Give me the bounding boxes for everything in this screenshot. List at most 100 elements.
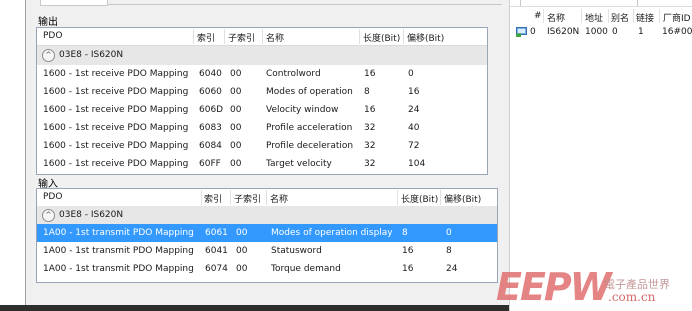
cell-length: 16 — [364, 69, 376, 79]
column-separator[interactable] — [201, 190, 202, 205]
col-header-length[interactable]: 长度(Bit) — [401, 192, 438, 205]
col-header-pdo[interactable]: PDO — [43, 192, 62, 202]
input-pdo-grid[interactable]: PDO 索引 子索引 名称 长度(Bit) 偏移(Bit) ^ 03E8 - I… — [36, 188, 498, 283]
column-separator[interactable] — [633, 9, 634, 23]
col-header-address[interactable]: 地址 — [585, 11, 603, 24]
collapse-group-icon[interactable]: ^ — [42, 209, 55, 222]
input-grid-header: PDO 索引 子索引 名称 长度(Bit) 偏移(Bit) — [37, 189, 497, 207]
column-separator[interactable] — [262, 29, 263, 44]
cell-length: 16 — [402, 246, 414, 256]
eepw-logo: EEPW — [496, 265, 612, 309]
column-separator[interactable] — [266, 190, 267, 205]
col-header-subindex[interactable]: 子索引 — [228, 31, 255, 44]
column-separator[interactable] — [440, 190, 441, 205]
cell-subindex: 00 — [230, 159, 242, 169]
table-row[interactable]: 1600 - 1st receive PDO Mapping 60FF 00 T… — [37, 155, 487, 173]
column-separator[interactable] — [224, 29, 225, 44]
cell-offset: 104 — [408, 159, 426, 169]
cell-length: 32 — [364, 123, 376, 133]
column-separator[interactable] — [359, 29, 360, 44]
cell-index: 606D — [199, 105, 224, 115]
cell-name: Modes of operation display — [271, 228, 393, 238]
cell-subindex: 00 — [236, 228, 248, 238]
cell-length: 8 — [402, 228, 408, 238]
col-header-vendor-id[interactable]: 厂商ID — [663, 11, 691, 24]
cell-name: Statusword — [271, 246, 322, 256]
cell-pdo: 1A00 - 1st transmit PDO Mapping — [43, 264, 194, 274]
cell-pdo: 1600 - 1st receive PDO Mapping — [43, 87, 189, 97]
col-header-name[interactable]: 名称 — [270, 192, 288, 205]
device-row-alias[interactable]: 0 — [612, 27, 618, 37]
col-header-name[interactable]: 名称 — [266, 31, 284, 44]
device-panel-topline — [510, 6, 692, 7]
col-header-offset[interactable]: 偏移(Bit) — [407, 31, 444, 44]
table-row[interactable]: 1A00 - 1st transmit PDO Mapping 6041 00 … — [37, 242, 497, 260]
cell-subindex: 00 — [230, 141, 242, 151]
column-separator[interactable] — [581, 9, 582, 23]
device-row-link[interactable]: 1 — [638, 27, 644, 37]
cell-subindex: 00 — [230, 105, 242, 115]
cell-index: 6041 — [205, 246, 228, 256]
device-row-number[interactable]: 0 — [530, 27, 536, 37]
cell-name: Target velocity — [266, 159, 332, 169]
col-header-subindex[interactable]: 子索引 — [234, 192, 261, 205]
col-header-index[interactable]: 索引 — [197, 31, 215, 44]
col-header-link[interactable]: 链接 — [636, 11, 654, 24]
input-device-group[interactable]: ^ 03E8 - IS620N — [37, 206, 497, 225]
col-header-length[interactable]: 长度(Bit) — [363, 31, 400, 44]
cell-name: Profile acceleration — [266, 123, 353, 133]
cell-pdo: 1600 - 1st receive PDO Mapping — [43, 105, 189, 115]
cell-index: 6084 — [199, 141, 222, 151]
column-separator[interactable] — [403, 29, 404, 44]
cell-index: 6083 — [199, 123, 222, 133]
collapse-group-icon[interactable]: ^ — [42, 49, 55, 62]
cell-offset: 0 — [446, 228, 452, 238]
device-row-vendor-id[interactable]: 16#00 — [662, 27, 692, 37]
bottom-border — [0, 305, 509, 311]
watermark-url: .com.cn — [608, 290, 656, 304]
column-separator[interactable] — [543, 9, 544, 23]
column-separator[interactable] — [608, 9, 609, 23]
tab-strip-line — [40, 4, 502, 5]
table-row-selected[interactable]: 1A00 - 1st transmit PDO Mapping 6061 00 … — [37, 224, 497, 242]
column-separator[interactable] — [397, 190, 398, 205]
output-device-group[interactable]: ^ 03E8 - IS620N — [37, 46, 487, 65]
table-row[interactable]: 1600 - 1st receive PDO Mapping 6040 00 C… — [37, 65, 487, 83]
table-row[interactable]: 1A00 - 1st transmit PDO Mapping 6074 00 … — [37, 260, 497, 278]
table-row[interactable]: 1600 - 1st receive PDO Mapping 6083 00 P… — [37, 119, 487, 137]
cell-offset: 0 — [408, 69, 414, 79]
cell-subindex: 00 — [230, 123, 242, 133]
cell-pdo: 1600 - 1st receive PDO Mapping — [43, 123, 189, 133]
device-row-address[interactable]: 1000 — [585, 27, 608, 37]
cell-pdo: 1A00 - 1st transmit PDO Mapping — [43, 228, 194, 238]
cell-length: 16 — [364, 105, 376, 115]
cell-offset: 72 — [408, 141, 420, 151]
cell-length: 32 — [364, 159, 376, 169]
cell-name: Velocity window — [266, 105, 339, 115]
col-header-name[interactable]: 名称 — [547, 11, 565, 24]
column-separator[interactable] — [659, 9, 660, 23]
col-header-alias[interactable]: 别名 — [611, 11, 629, 24]
cell-index: 6040 — [199, 69, 222, 79]
network-device-icon — [516, 27, 527, 37]
column-separator[interactable] — [193, 29, 194, 44]
cell-name: Profile deceleration — [266, 141, 354, 151]
group-label: 03E8 - IS620N — [59, 50, 124, 60]
cell-length: 32 — [364, 141, 376, 151]
column-separator[interactable] — [230, 190, 231, 205]
table-row[interactable]: 1600 - 1st receive PDO Mapping 6060 00 M… — [37, 83, 487, 101]
output-pdo-grid[interactable]: PDO 索引 子索引 名称 长度(Bit) 偏移(Bit) ^ 03E8 - I… — [36, 27, 488, 175]
cell-name: Torque demand — [271, 264, 341, 274]
col-header-offset[interactable]: 偏移(Bit) — [444, 192, 481, 205]
col-header-number[interactable]: # — [534, 11, 542, 21]
table-row[interactable]: 1600 - 1st receive PDO Mapping 606D 00 V… — [37, 101, 487, 119]
table-row[interactable]: 1600 - 1st receive PDO Mapping 6084 00 P… — [37, 137, 487, 155]
col-header-index[interactable]: 索引 — [204, 192, 222, 205]
cell-index: 6060 — [199, 87, 222, 97]
device-row-name[interactable]: IS620N — [547, 27, 579, 37]
col-header-pdo[interactable]: PDO — [43, 31, 62, 41]
tab-stub[interactable] — [40, 0, 108, 6]
cell-name: Controlword — [266, 69, 321, 79]
group-label: 03E8 - IS620N — [59, 210, 124, 220]
cell-offset: 24 — [446, 264, 458, 274]
